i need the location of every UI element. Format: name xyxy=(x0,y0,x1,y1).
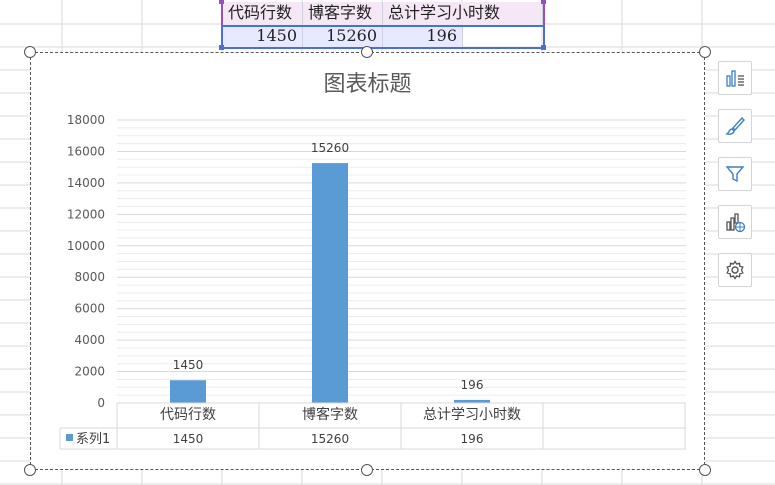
chart-elements-icon xyxy=(726,70,744,87)
legend-label: 系列1 xyxy=(76,432,110,447)
chart-filter-button[interactable] xyxy=(718,157,752,191)
value-range-highlight xyxy=(221,25,545,49)
resize-handle-top-left[interactable] xyxy=(24,46,36,58)
range-handle[interactable] xyxy=(219,45,224,50)
y-tick-label: 6000 xyxy=(74,302,105,316)
y-tick-label: 16000 xyxy=(67,144,105,158)
resize-handle-bottom-left[interactable] xyxy=(24,464,36,476)
legend-key xyxy=(66,434,73,441)
y-tick-label: 4000 xyxy=(74,333,105,347)
data-label: 196 xyxy=(461,378,484,392)
x-category-label: 博客字数 xyxy=(302,406,358,423)
y-tick-label: 12000 xyxy=(67,207,105,221)
chart-type-button[interactable] xyxy=(718,205,752,239)
y-tick-label: 10000 xyxy=(67,239,105,253)
resize-handle-bottom-right[interactable] xyxy=(699,464,711,476)
category-range-highlight xyxy=(221,0,545,25)
chart-elements-button[interactable] xyxy=(718,61,752,95)
settings-icon xyxy=(726,260,744,280)
data-label: 15260 xyxy=(311,141,349,155)
range-handle[interactable] xyxy=(541,0,546,4)
y-tick-label: 8000 xyxy=(74,270,105,284)
data-table-value: 196 xyxy=(461,432,484,446)
y-tick-label: 2000 xyxy=(74,365,105,379)
settings-button[interactable] xyxy=(718,253,752,287)
data-label: 1450 xyxy=(173,358,204,372)
y-tick-label: 0 xyxy=(97,396,105,410)
chart-type-icon xyxy=(726,213,746,233)
resize-handle-top-center[interactable] xyxy=(361,46,373,58)
resize-handle-bottom-center[interactable] xyxy=(361,464,373,476)
range-handle[interactable] xyxy=(219,0,224,4)
data-table-value: 15260 xyxy=(311,432,349,446)
x-category-label: 代码行数 xyxy=(160,407,216,423)
y-tick-label: 14000 xyxy=(67,176,105,190)
y-tick-label: 18000 xyxy=(67,113,105,127)
chart-filter-icon xyxy=(725,166,745,183)
bar xyxy=(312,163,348,403)
chart-style-button[interactable] xyxy=(718,109,752,143)
range-handle[interactable] xyxy=(541,45,546,50)
chart-plot[interactable]: 0 2000 4000 6000 8000 10000 12000 14000 16000 180… xyxy=(30,52,705,470)
x-category-label: 总计学习小时数 xyxy=(423,407,521,423)
resize-handle-top-right[interactable] xyxy=(699,46,711,58)
chart-style-icon xyxy=(724,116,745,135)
data-table-value: 1450 xyxy=(173,432,204,446)
bar xyxy=(170,380,206,403)
